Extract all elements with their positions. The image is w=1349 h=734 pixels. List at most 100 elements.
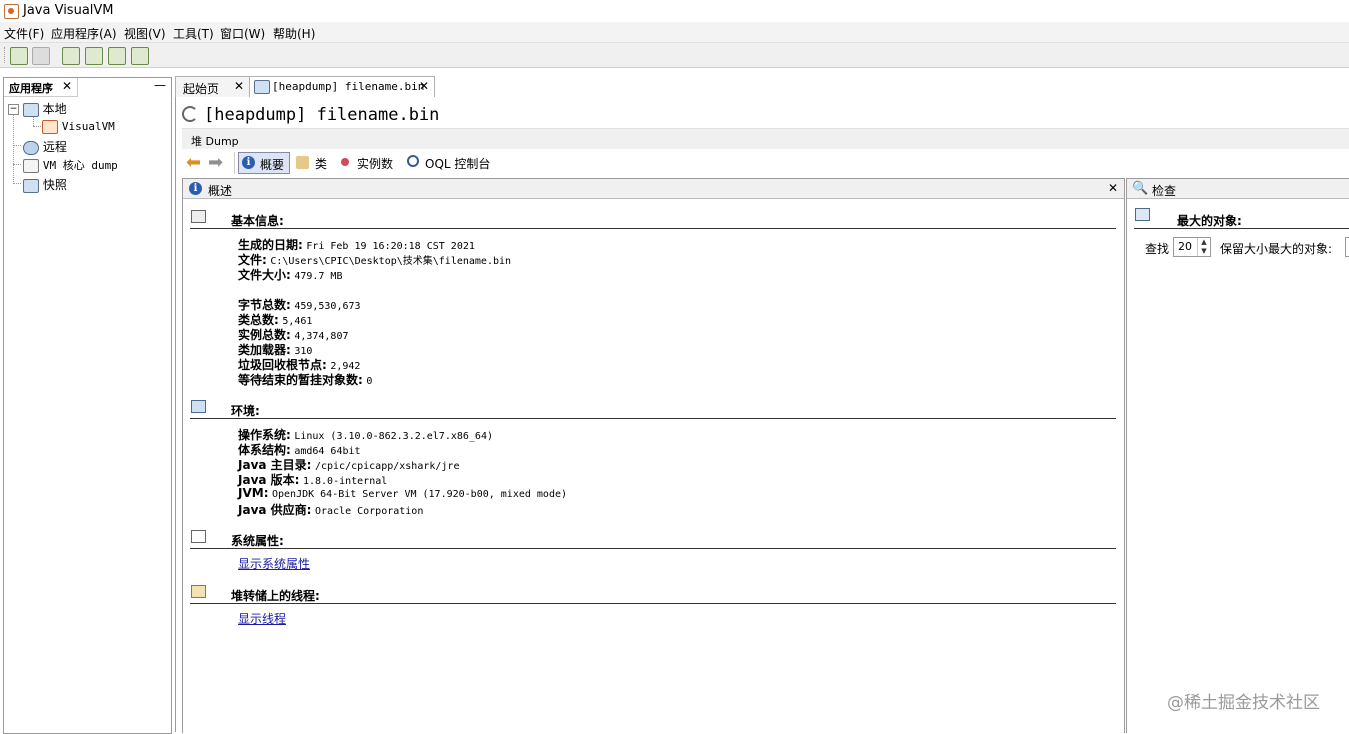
inspect-icon (1135, 208, 1150, 221)
stepper-value: 20 (1178, 240, 1192, 253)
add-jmx-connection-icon[interactable] (62, 47, 80, 65)
env-key: 体系结构: (238, 443, 291, 457)
tree-item-local[interactable]: − 本地 (8, 100, 67, 117)
info-value: 479.7 MB (294, 271, 343, 282)
tree-item-coredump[interactable]: VM 核心 dump (23, 157, 118, 173)
menu-applications[interactable]: 应用程序(A) (51, 25, 117, 42)
tree-guide (33, 116, 34, 126)
nav-label: 概要 (260, 158, 285, 172)
overview-title: 概述 (208, 184, 233, 198)
minimize-icon[interactable]: — (154, 78, 166, 92)
close-icon[interactable]: ✕ (234, 79, 244, 93)
tab-instances[interactable]: 实例数 (338, 152, 398, 172)
overview-header: i 概述 ✕ (183, 179, 1124, 199)
env-row: JVM: OpenJDK 64-Bit Server VM (17.920-b0… (238, 486, 567, 500)
tab-summary[interactable]: i 概要 (238, 152, 290, 174)
divider (190, 418, 1116, 419)
menu-tools[interactable]: 工具(T) (173, 25, 214, 42)
back-arrow-icon[interactable]: ⬅ (186, 154, 201, 172)
remote-host-icon (23, 140, 39, 155)
add-remote-host-icon[interactable] (85, 47, 103, 65)
search-icon: 🔍 (1132, 181, 1149, 196)
show-system-properties-link[interactable]: 显示系统属性 (238, 555, 310, 572)
classes-icon (296, 156, 309, 169)
close-icon[interactable]: ✕ (419, 79, 429, 93)
env-key: Java 供应商: (238, 503, 312, 517)
heapdump-document: [heapdump] filename.bin 堆 Dump ⬅ ➡ i 概要 … (175, 97, 1349, 733)
inspect-header: 🔍 检查 (1127, 179, 1349, 199)
snapshot-icon (23, 178, 39, 193)
find-label: 查找 (1145, 242, 1170, 256)
menu-bar: 文件(F) 应用程序(A) 视图(V) 工具(T) 窗口(W) 帮助(H) (0, 22, 1349, 43)
info-key: 文件: (238, 253, 267, 267)
tab-label: 起始页 (183, 82, 220, 96)
heapdump-header: 堆 Dump (182, 128, 1349, 149)
overview-panel: i 概述 ✕ 基本信息: 生成的日期: Fri Feb 19 16:20:18 … (182, 178, 1125, 733)
menu-view[interactable]: 视图(V) (124, 25, 166, 42)
nav-label: 实例数 (357, 157, 394, 171)
tree-item-label: 本地 (42, 102, 67, 116)
loading-spinner-icon (182, 106, 198, 122)
section-title-largest-objects: 最大的对象: (1177, 214, 1242, 228)
menu-help[interactable]: 帮助(H) (273, 25, 315, 42)
find-button[interactable] (1345, 237, 1349, 257)
inspect-title: 检查 (1152, 184, 1177, 198)
tree-item-remote[interactable]: 远程 (23, 138, 67, 155)
tree-item-label: VisualVM (61, 120, 115, 133)
basic-info-icon (191, 210, 206, 223)
info-icon: i (189, 182, 202, 195)
largest-count-stepper[interactable]: 20 ▲ ▼ (1173, 237, 1211, 257)
coredump-icon (23, 158, 39, 173)
toolbar-grip[interactable] (4, 47, 7, 63)
nav-label: 类 (315, 157, 328, 171)
heapdump-icon (254, 80, 270, 94)
show-threads-link[interactable]: 显示线程 (238, 610, 286, 627)
heapdump-view-nav: ⬅ ➡ i 概要 类 实例数 OQL 控制台 (182, 150, 1349, 176)
tab-label: [heapdump] filename.bin (272, 80, 425, 93)
collapse-icon[interactable]: − (8, 104, 19, 115)
computer-icon (191, 400, 206, 413)
divider (190, 603, 1116, 604)
section-title-environment: 环境: (231, 404, 260, 418)
tree-guide (13, 114, 14, 182)
applications-panel: 应用程序 ✕ — − 本地 VisualVM 远程 VM 核心 dump 快照 (3, 77, 172, 734)
tab-heapdump[interactable]: [heapdump] filename.bin ✕ (249, 76, 435, 98)
stepper-arrows-icon[interactable]: ▲ ▼ (1197, 238, 1210, 256)
env-key: Java 版本: (238, 473, 300, 487)
close-icon[interactable]: ✕ (62, 79, 72, 93)
add-snapshot-icon[interactable] (131, 47, 149, 65)
section-title-sysprops: 系统属性: (231, 534, 284, 548)
divider (190, 228, 1116, 229)
tab-oql-console[interactable]: OQL 控制台 (406, 152, 492, 172)
oql-icon (407, 155, 419, 167)
info-key: 实例总数: (238, 328, 291, 342)
add-vm-coredump-icon[interactable] (108, 47, 126, 65)
save-icon[interactable] (32, 47, 50, 65)
tree-item-snapshots[interactable]: 快照 (23, 176, 67, 193)
computer-icon (22, 102, 39, 117)
load-snapshot-icon[interactable] (10, 47, 28, 65)
tab-start-page[interactable]: 起始页 ✕ (175, 76, 250, 97)
java-app-icon (42, 119, 58, 134)
env-key: JVM: (238, 486, 269, 500)
applications-tab-label: 应用程序 (9, 82, 53, 95)
applications-tab[interactable]: 应用程序 ✕ (4, 78, 78, 97)
info-key: 类总数: (238, 313, 279, 327)
info-key: 垃圾回收根节点: (238, 358, 327, 372)
env-value: OpenJDK 64-Bit Server VM (17.920-b00, mi… (272, 489, 568, 500)
menu-window[interactable]: 窗口(W) (220, 25, 265, 42)
tree-guide (13, 164, 21, 165)
section-title-basic: 基本信息: (231, 214, 284, 228)
info-key: 字节总数: (238, 298, 291, 312)
page-title: [heapdump] filename.bin (204, 105, 440, 125)
env-key: Java 主目录: (238, 458, 312, 472)
info-key: 生成的日期: (238, 238, 303, 252)
tree-item-label: 快照 (42, 178, 67, 192)
tab-classes[interactable]: 类 (294, 152, 330, 172)
forward-arrow-icon[interactable]: ➡ (208, 154, 223, 172)
menu-file[interactable]: 文件(F) (4, 25, 44, 42)
watermark: @稀土掘金技术社区 (1167, 693, 1320, 713)
close-icon[interactable]: ✕ (1108, 181, 1118, 195)
tree-item-visualvm[interactable]: VisualVM (42, 119, 115, 134)
visualvm-app-icon (4, 4, 19, 19)
